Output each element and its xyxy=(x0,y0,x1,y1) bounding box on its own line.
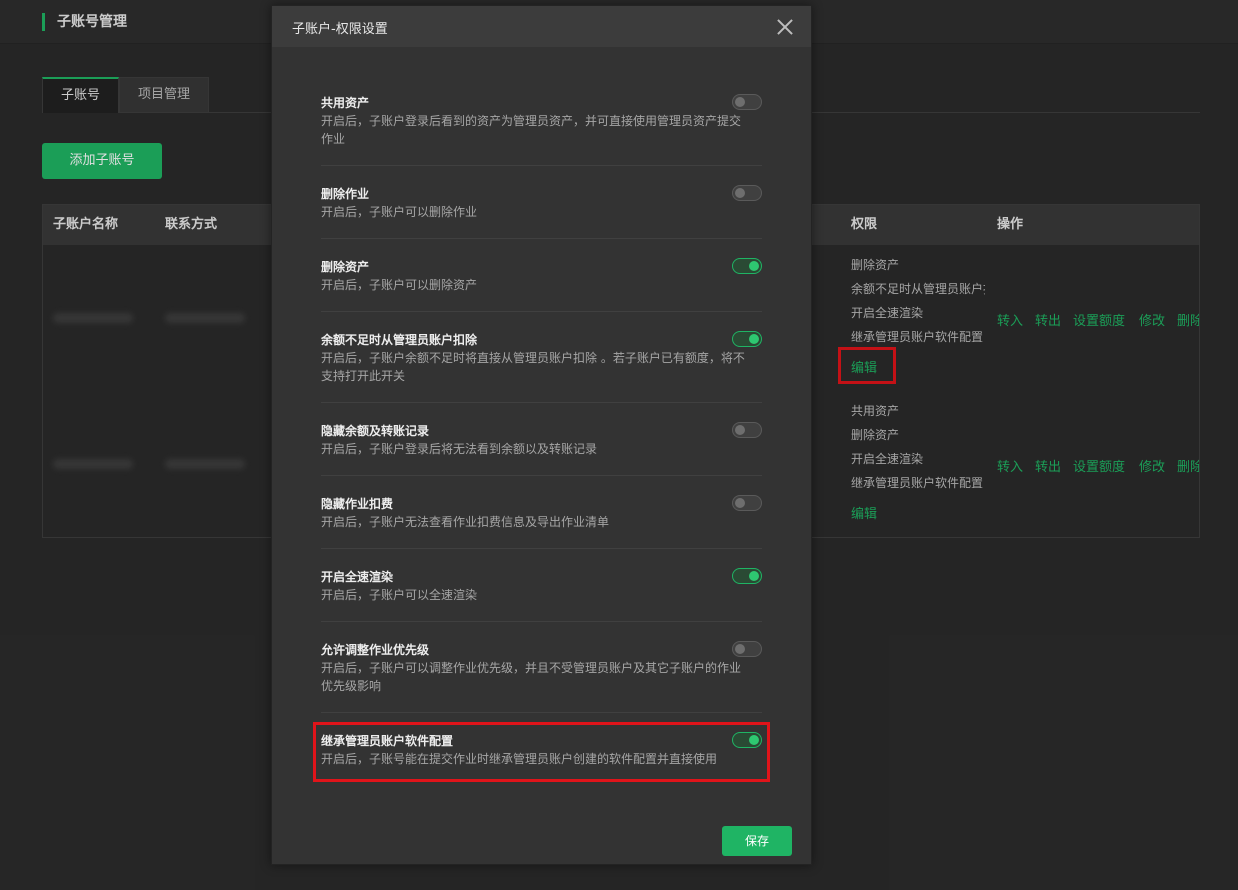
modify-link[interactable]: 修改 xyxy=(1139,310,1165,329)
blurred-contact xyxy=(165,459,245,469)
divider xyxy=(321,311,762,312)
toggle-switch[interactable] xyxy=(732,258,762,274)
set-quota-link[interactable]: 设置额度 xyxy=(1073,456,1125,475)
page-title: 子账号管理 xyxy=(42,13,127,31)
option-title: 共用资产 xyxy=(321,96,370,110)
permission-settings-modal: 子账户-权限设置 共用资产 开启后，子账户登录后看到的资产为管理员资产，并可直接… xyxy=(271,5,812,865)
toggle-knob xyxy=(749,571,759,581)
option-desc: 开启后，子账户余额不足时将直接从管理员账户扣除 。若子账户已有额度，将不支持打开… xyxy=(321,351,745,383)
option-full-speed-render: 开启全速渲染 开启后，子账户可以全速渲染 xyxy=(321,568,762,604)
permission-item: 继承管理员账户软件配置 xyxy=(851,476,984,490)
option-title: 隐藏余额及转账记录 xyxy=(321,424,430,438)
permission-item: 删除资产 xyxy=(851,428,900,442)
highlight-box xyxy=(313,722,770,782)
permission-item: 删除资产 xyxy=(851,258,900,272)
option-deduct-from-admin: 余额不足时从管理员账户扣除 开启后，子账户余额不足时将直接从管理员账户扣除 。若… xyxy=(321,331,762,385)
toggle-knob xyxy=(735,644,745,654)
option-desc: 开启后，子账户可以删除资产 xyxy=(321,278,478,292)
permission-item: 余额不足时从管理员账户扣除 xyxy=(851,282,985,296)
header-account-name: 子账户名称 xyxy=(53,217,119,232)
option-desc: 开启后，子账户登录后将无法看到余额以及转账记录 xyxy=(321,442,598,456)
permission-item: 继承管理员账户软件配置 xyxy=(851,330,984,344)
blurred-contact xyxy=(165,313,245,323)
transfer-out-link[interactable]: 转出 xyxy=(1035,310,1061,329)
toggle-switch[interactable] xyxy=(732,422,762,438)
transfer-in-link[interactable]: 转入 xyxy=(997,310,1023,329)
modal-header: 子账户-权限设置 xyxy=(272,6,811,47)
option-title: 允许调整作业优先级 xyxy=(321,643,430,657)
permission-item: 共用资产 xyxy=(851,404,900,418)
option-desc: 开启后，子账户无法查看作业扣费信息及导出作业清单 xyxy=(321,515,610,529)
option-adjust-priority: 允许调整作业优先级 开启后，子账户可以调整作业优先级，并且不受管理员账户及其它子… xyxy=(321,641,762,695)
option-shared-assets: 共用资产 开启后，子账户登录后看到的资产为管理员资产，并可直接使用管理员资产提交… xyxy=(321,94,762,148)
delete-link[interactable]: 删除 xyxy=(1177,456,1199,475)
divider xyxy=(321,548,762,549)
permission-item: 开启全速渲染 xyxy=(851,306,924,320)
divider xyxy=(321,238,762,239)
option-title: 余额不足时从管理员账户扣除 xyxy=(321,333,478,347)
edit-permissions-link[interactable]: 编辑 xyxy=(851,503,877,522)
toggle-knob xyxy=(735,425,745,435)
toggle-switch[interactable] xyxy=(732,185,762,201)
divider xyxy=(321,621,762,622)
close-icon[interactable] xyxy=(775,17,795,37)
save-button[interactable]: 保存 xyxy=(722,826,792,856)
toggle-knob xyxy=(735,97,745,107)
toggle-knob xyxy=(735,498,745,508)
toggle-knob xyxy=(735,188,745,198)
transfer-out-link[interactable]: 转出 xyxy=(1035,456,1061,475)
option-title: 开启全速渲染 xyxy=(321,570,394,584)
toggle-knob xyxy=(749,261,759,271)
tab-sub-accounts[interactable]: 子账号 xyxy=(42,77,119,113)
option-title: 删除资产 xyxy=(321,260,370,274)
highlight-box xyxy=(838,347,896,384)
toggle-switch[interactable] xyxy=(732,331,762,347)
divider xyxy=(321,165,762,166)
header-contact: 联系方式 xyxy=(165,217,218,232)
option-desc: 开启后，子账户可以调整作业优先级，并且不受管理员账户及其它子账户的作业优先级影响 xyxy=(321,661,742,693)
transfer-in-link[interactable]: 转入 xyxy=(997,456,1023,475)
option-hide-balance: 隐藏余额及转账记录 开启后，子账户登录后将无法看到余额以及转账记录 xyxy=(321,422,762,458)
divider xyxy=(321,712,762,713)
option-title: 删除作业 xyxy=(321,187,370,201)
divider xyxy=(321,475,762,476)
option-hide-job-charges: 隐藏作业扣费 开启后，子账户无法查看作业扣费信息及导出作业清单 xyxy=(321,495,762,531)
blurred-account-name xyxy=(53,313,133,323)
option-desc: 开启后，子账户可以删除作业 xyxy=(321,205,478,219)
blurred-account-name xyxy=(53,459,133,469)
option-delete-jobs: 删除作业 开启后，子账户可以删除作业 xyxy=(321,185,762,221)
toggle-switch[interactable] xyxy=(732,641,762,657)
tab-project-management[interactable]: 项目管理 xyxy=(119,77,209,113)
delete-link[interactable]: 删除 xyxy=(1177,310,1199,329)
modal-title: 子账户-权限设置 xyxy=(292,22,388,37)
divider xyxy=(321,402,762,403)
header-operations: 操作 xyxy=(997,217,1024,232)
option-delete-assets: 删除资产 开启后，子账户可以删除资产 xyxy=(321,258,762,294)
toggle-switch[interactable] xyxy=(732,495,762,511)
option-title: 隐藏作业扣费 xyxy=(321,497,394,511)
option-desc: 开启后，子账户登录后看到的资产为管理员资产，并可直接使用管理员资产提交作业 xyxy=(321,114,742,146)
toggle-switch[interactable] xyxy=(732,94,762,110)
toggle-switch[interactable] xyxy=(732,568,762,584)
set-quota-link[interactable]: 设置额度 xyxy=(1073,310,1125,329)
toggle-knob xyxy=(749,334,759,344)
add-sub-account-button[interactable]: 添加子账号 xyxy=(42,143,162,179)
modify-link[interactable]: 修改 xyxy=(1139,456,1165,475)
permission-item: 开启全速渲染 xyxy=(851,452,924,466)
option-desc: 开启后，子账户可以全速渲染 xyxy=(321,588,478,602)
header-permissions: 权限 xyxy=(851,217,878,232)
